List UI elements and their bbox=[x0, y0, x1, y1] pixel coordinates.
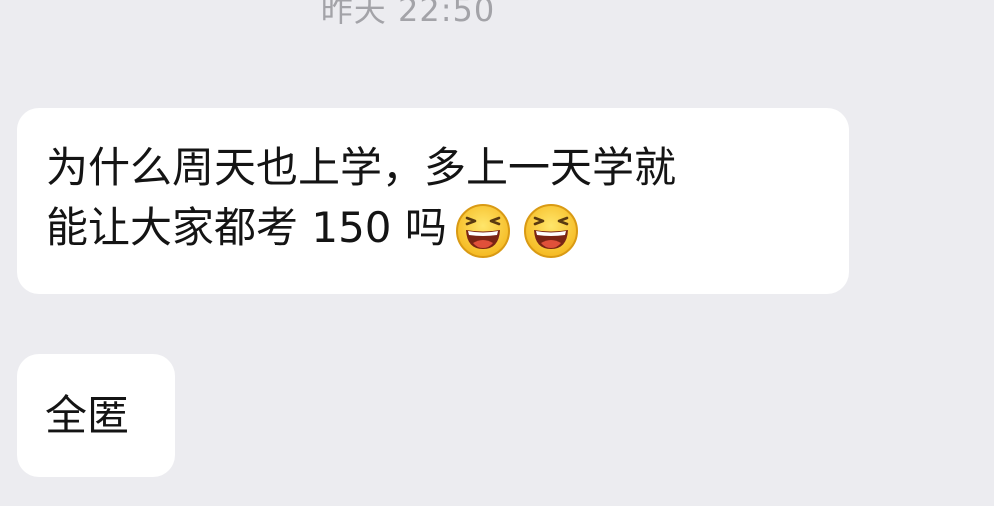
chat-view: 昨天 22:50 为什么周天也上学，多上一天学就 能让大家都考 150 吗 全匿 bbox=[0, 0, 994, 506]
message-text: 全匿 bbox=[45, 391, 130, 440]
message-text-line-2: 能让大家都考 150 吗 bbox=[46, 198, 821, 259]
laughing-face-icon bbox=[455, 203, 510, 258]
emoji-group bbox=[455, 203, 591, 259]
message-text-line-1: 为什么周天也上学，多上一天学就 bbox=[46, 143, 677, 192]
message-timestamp: 昨天 22:50 bbox=[320, 0, 496, 29]
laughing-face-icon bbox=[523, 203, 578, 258]
message-text-line-2-text: 能让大家都考 150 吗 bbox=[46, 203, 447, 252]
message-bubble[interactable]: 全匿 bbox=[17, 354, 175, 477]
message-bubble[interactable]: 为什么周天也上学，多上一天学就 能让大家都考 150 吗 bbox=[17, 108, 849, 294]
